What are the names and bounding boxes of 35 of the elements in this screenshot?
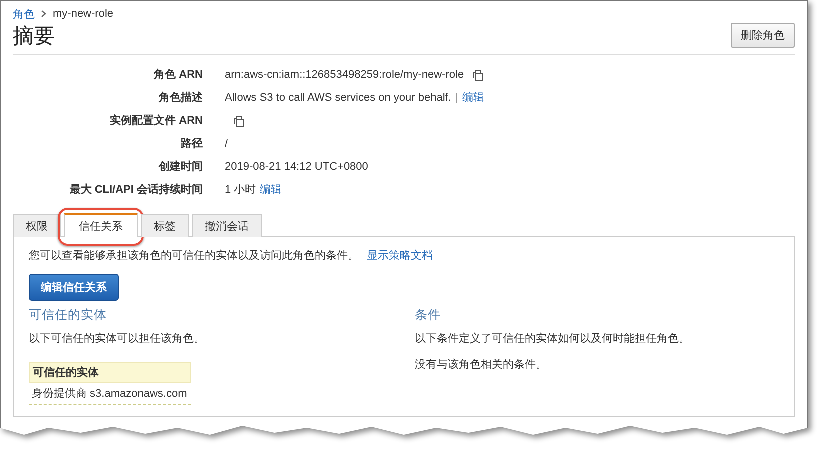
detail-value: Allows S3 to call AWS services on your behalf. [225, 91, 452, 106]
page-title: 摘要 [13, 24, 55, 50]
edit-link[interactable]: 编辑 [462, 87, 484, 110]
tab[interactable]: 权限 [13, 214, 61, 237]
detail-value: arn:aws-cn:iam::126853498259:role/my-new-role [225, 68, 464, 83]
tab[interactable]: 标签 [141, 214, 189, 237]
section-heading: 条件 [415, 307, 442, 324]
breadcrumb-link[interactable]: 角色 [13, 6, 35, 22]
intro-text: 您可以查看能够承担该角色的可信任的实体以及访问此角色的条件。 [29, 250, 359, 262]
separator: | [455, 91, 458, 106]
table-cell: 身份提供商 s3.amazonaws.com [29, 383, 191, 405]
detail-label: 实例配置文件 ARN [109, 114, 203, 129]
breadcrumb-current: my-new-role [53, 8, 114, 20]
detail-label: 最大 CLI/API 会话持续时间 [68, 182, 203, 198]
detail-label: 路径 [180, 137, 203, 152]
edit-trust-button[interactable]: 编辑信任关系 [29, 274, 119, 301]
detail-value: / [225, 137, 228, 152]
detail-label: 角色描述 [158, 90, 203, 106]
detail-value: 2019-08-21 14:12 UTC+0800 [225, 160, 368, 175]
copy-icon[interactable] [472, 70, 484, 82]
section-description: 以下可信任的实体可以担任该角色。 [29, 332, 206, 346]
edit-link[interactable]: 编辑 [260, 179, 282, 202]
show-policy-link[interactable]: 显示策略文档 [367, 250, 433, 262]
detail-label: 角色 ARN [152, 68, 203, 83]
tab[interactable]: 信任关系 [64, 213, 138, 237]
detail-label: 创建时间 [158, 160, 203, 175]
delete-role-button[interactable]: 删除角色 [731, 23, 795, 48]
section-description: 以下条件定义了可信任的实体如何以及何时能担任角色。 [415, 332, 691, 346]
chevron-icon [41, 10, 47, 18]
detail-value: 1 小时 [225, 183, 256, 198]
section-heading: 可信任的实体 [29, 307, 108, 324]
empty-conditions-text: 没有与该角色相关的条件。 [415, 358, 548, 372]
table-header: 可信任的实体 [29, 362, 191, 383]
tab[interactable]: 撤消会话 [192, 214, 262, 237]
copy-icon[interactable] [233, 116, 245, 128]
